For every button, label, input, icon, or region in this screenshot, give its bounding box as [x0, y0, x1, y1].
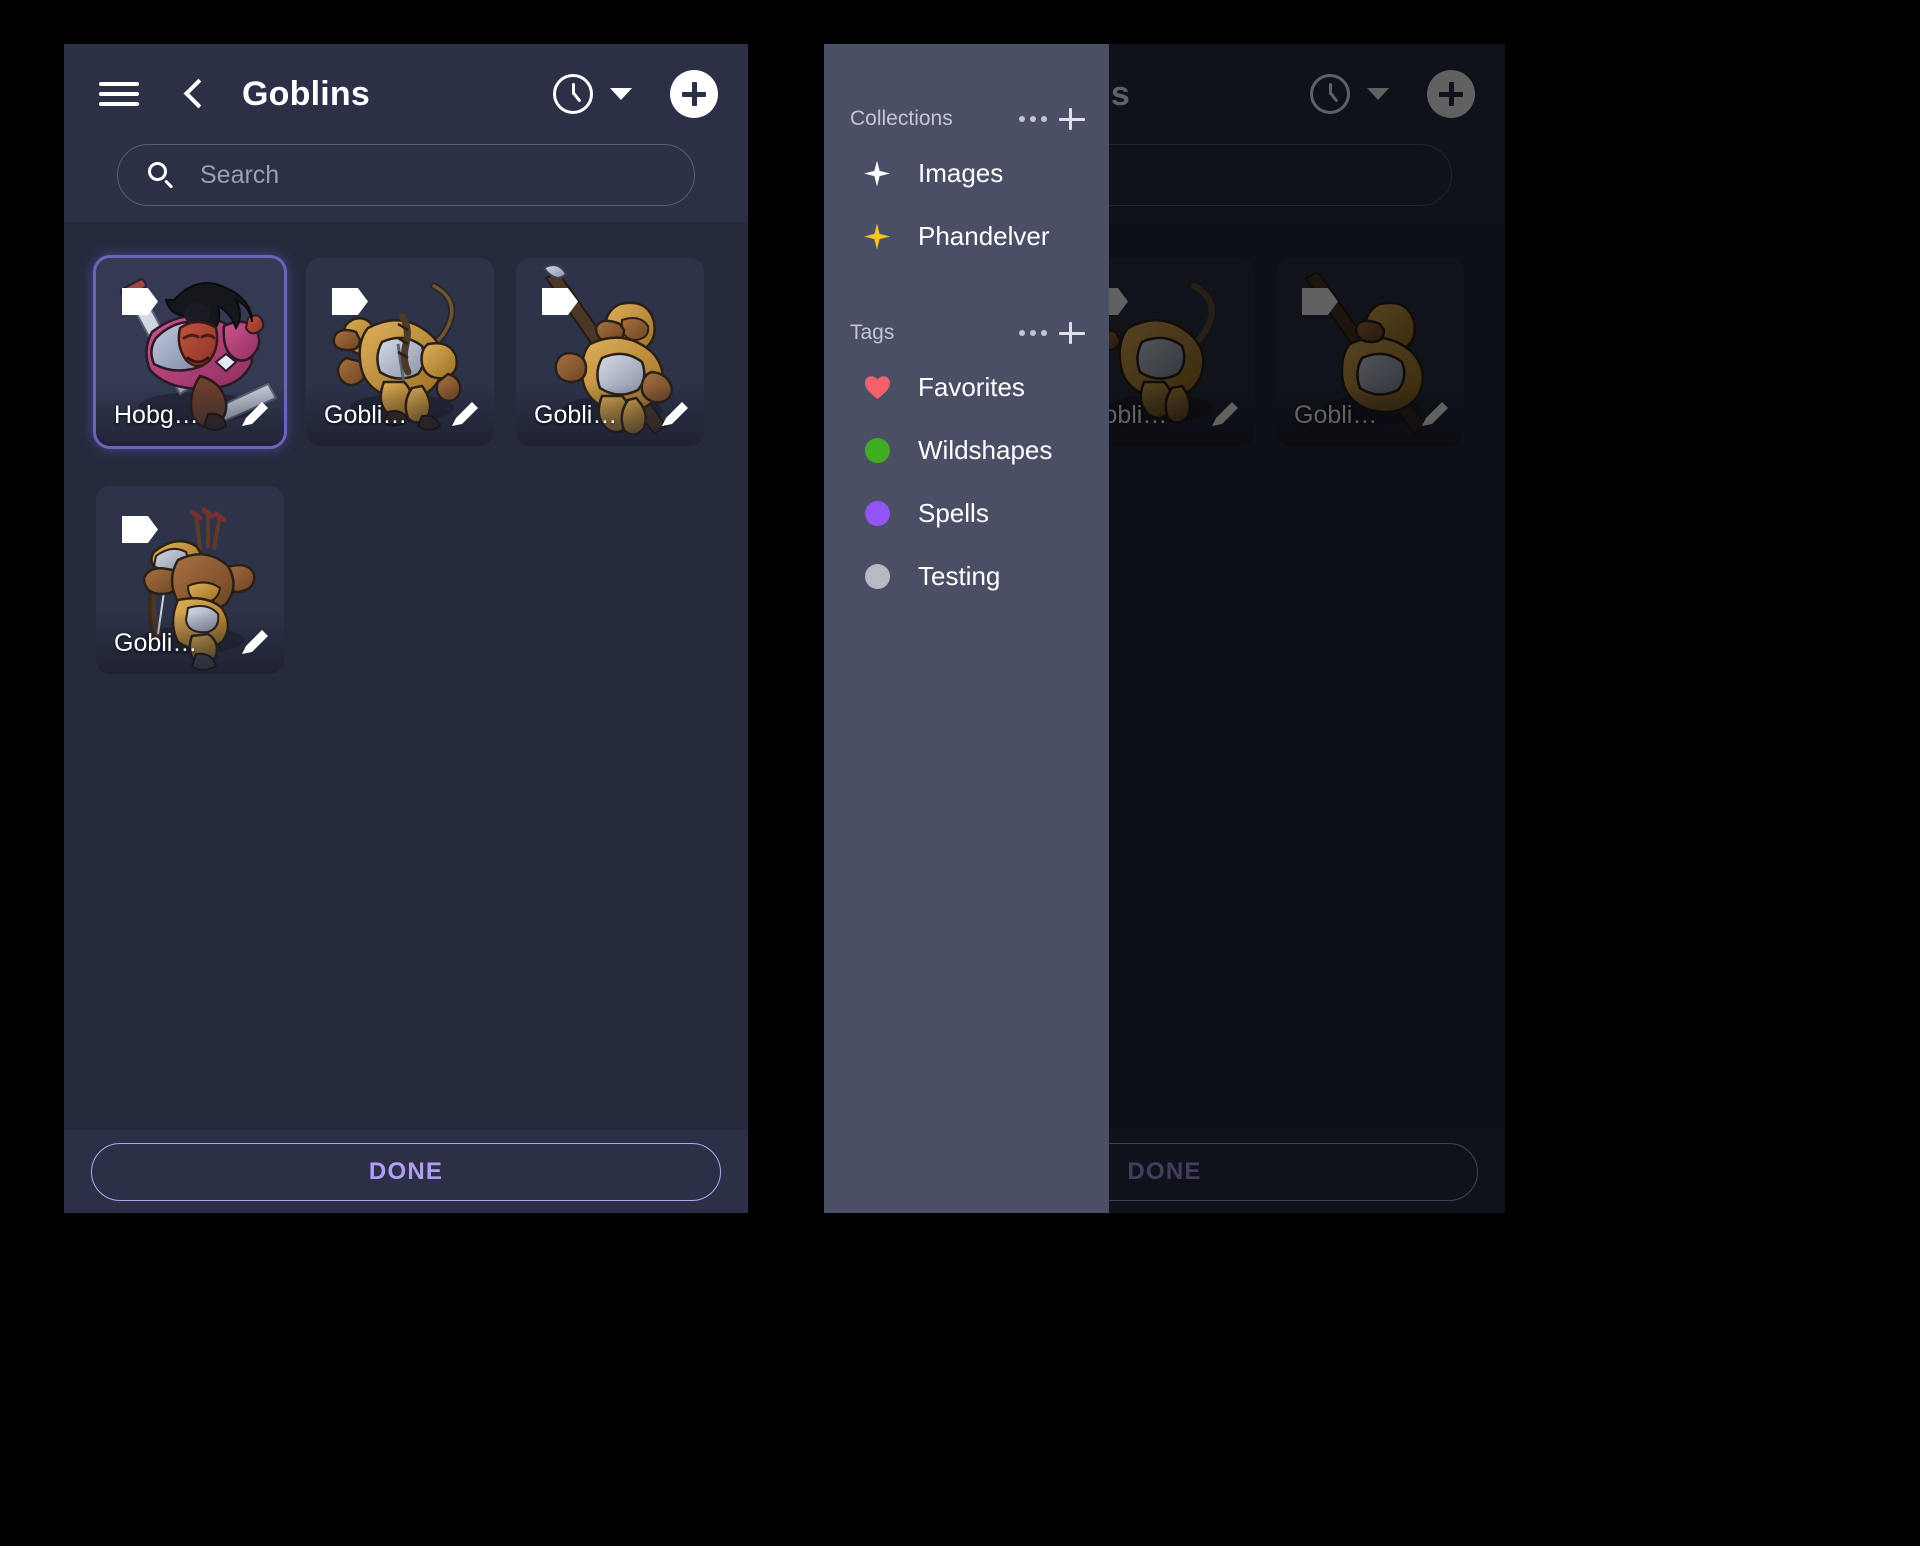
phone-screen-left: Goblins Search Hobg… Gobli… Gobli… Gobli… — [64, 44, 748, 1213]
token-label: Gobli… — [114, 628, 198, 657]
drawer-item-label: Phandelver — [918, 221, 1050, 251]
token-card-footer: Hobg… — [96, 384, 284, 446]
token-card[interactable]: Gobli… — [96, 486, 284, 674]
navigation-drawer: Collections Images Phandelver Tags Favor… — [824, 44, 1109, 1213]
pencil-icon[interactable] — [658, 398, 692, 432]
token-grid-area: Hobg… Gobli… Gobli… Gobli… — [64, 222, 748, 1130]
drawer-item-label: Spells — [918, 498, 989, 528]
pencil-icon[interactable] — [238, 398, 272, 432]
token-card[interactable]: Gobli… — [306, 258, 494, 446]
token-card-footer: Gobli… — [306, 384, 494, 446]
chevron-down-icon[interactable] — [610, 88, 632, 100]
app-bar: Goblins — [64, 44, 748, 222]
drawer-item-favorites[interactable]: Favorites — [824, 356, 1109, 419]
token-label: Gobli… — [534, 400, 618, 429]
tags-title: Tags — [850, 321, 895, 344]
drawer-section-gap — [824, 268, 1109, 310]
collections-title: Collections — [850, 107, 953, 130]
collections-section-header: Collections — [824, 96, 1109, 142]
done-button[interactable]: DONE — [91, 1142, 721, 1201]
clock-icon — [553, 74, 593, 114]
menu-button[interactable] — [90, 71, 142, 117]
back-chevron-icon — [172, 72, 216, 116]
drawer-item-wildshapes[interactable]: Wildshapes — [824, 419, 1109, 482]
back-button[interactable] — [142, 72, 216, 116]
token-label: Hobg… — [114, 400, 199, 429]
token-card-footer: Gobli… — [516, 384, 704, 446]
bottom-action-bar: DONE — [64, 1130, 748, 1213]
dot-icon — [862, 436, 892, 466]
drawer-item-testing[interactable]: Testing — [824, 545, 1109, 608]
token-grid: Hobg… Gobli… Gobli… Gobli… — [64, 258, 748, 674]
drawer-item-label: Images — [918, 158, 1004, 188]
star-icon — [862, 159, 892, 189]
drawer-item-images[interactable]: Images — [824, 142, 1109, 205]
more-dots-icon[interactable] — [1015, 323, 1051, 343]
token-label: Gobli… — [324, 400, 408, 429]
heart-icon — [862, 373, 892, 403]
search-input[interactable] — [200, 145, 666, 205]
token-card[interactable]: Hobg… — [96, 258, 284, 446]
page-title: Goblins — [242, 74, 370, 113]
star-icon — [862, 222, 892, 252]
pencil-icon[interactable] — [238, 626, 272, 660]
history-button[interactable] — [553, 74, 593, 114]
drawer-item-label: Favorites — [918, 372, 1025, 402]
add-token-button[interactable] — [670, 70, 718, 118]
drawer-item-spells[interactable]: Spells — [824, 482, 1109, 545]
pencil-icon[interactable] — [448, 398, 482, 432]
add-collection-icon[interactable] — [1057, 104, 1087, 134]
more-dots-icon[interactable] — [1015, 109, 1051, 129]
tags-section-header: Tags — [824, 310, 1109, 356]
search-icon — [146, 160, 176, 190]
dot-icon — [862, 499, 892, 529]
drawer-item-phandelver[interactable]: Phandelver — [824, 205, 1109, 268]
add-tag-icon[interactable] — [1057, 318, 1087, 348]
phone-screen-right: Goblins — [824, 44, 1505, 1213]
screenshot-stage: Goblins Search Hobg… Gobli… Gobli… Gobli… — [0, 0, 1920, 1546]
drawer-item-label: Wildshapes — [918, 435, 1053, 465]
search-bar[interactable] — [117, 144, 695, 206]
drawer-item-label: Testing — [918, 561, 1001, 591]
hamburger-icon — [96, 71, 142, 117]
dot-icon — [862, 562, 892, 592]
token-card-footer: Gobli… — [96, 612, 284, 674]
token-card[interactable]: Gobli… — [516, 258, 704, 446]
